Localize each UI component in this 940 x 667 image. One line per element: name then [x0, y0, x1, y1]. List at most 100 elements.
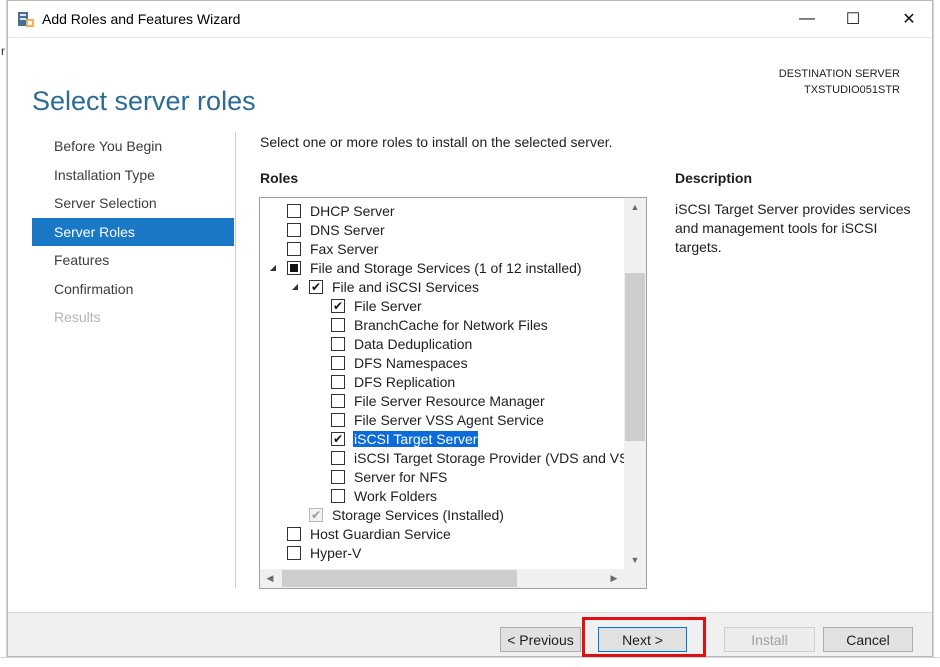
role-checkbox[interactable] — [331, 469, 345, 484]
role-label[interactable]: File Server — [353, 298, 423, 314]
role-label[interactable]: Work Folders — [353, 488, 438, 504]
role-label[interactable]: Server for NFS — [353, 469, 448, 485]
background-window-bottom — [0, 657, 940, 667]
wizard-window: Add Roles and Features Wizard — ☐ ✕ Sele… — [7, 0, 933, 657]
role-checkbox[interactable] — [287, 526, 301, 541]
role-row[interactable]: Hyper-V — [260, 543, 624, 562]
role-label[interactable]: iSCSI Target Server — [353, 430, 479, 447]
destination-server-label: DESTINATION SERVER — [778, 68, 900, 80]
role-checkbox[interactable] — [331, 336, 345, 351]
role-label[interactable]: File Server Resource Manager — [353, 393, 546, 409]
role-row[interactable]: Data Deduplication — [260, 334, 624, 353]
role-checkbox[interactable] — [287, 222, 301, 237]
role-row[interactable]: ◢ File and Storage Services (1 of 12 inst… — [260, 258, 624, 277]
previous-button[interactable]: < Previous — [500, 627, 581, 652]
role-checkbox[interactable] — [287, 241, 301, 256]
role-label[interactable]: DNS Server — [309, 222, 386, 238]
expand-arrow-icon[interactable]: ◢ — [290, 282, 300, 292]
role-label[interactable]: File Server VSS Agent Service — [353, 412, 545, 428]
role-label[interactable]: Data Deduplication — [353, 336, 473, 352]
role-row[interactable]: File Server Resource Manager — [260, 391, 624, 410]
nav-item-server-selection[interactable]: Server Selection — [32, 189, 234, 218]
role-checkbox[interactable] — [287, 545, 301, 560]
role-row[interactable]: BranchCache for Network Files — [260, 315, 624, 334]
destination-server-name: TXSTUDIO051STR — [804, 84, 900, 96]
role-label[interactable]: Host Guardian Service — [309, 526, 452, 542]
role-row[interactable]: DFS Namespaces — [260, 353, 624, 372]
expand-arrow-icon[interactable]: ◢ — [268, 263, 278, 273]
role-checkbox[interactable] — [331, 393, 345, 408]
role-checkbox[interactable] — [331, 355, 345, 370]
role-row[interactable]: ✔ iSCSI Target Server — [260, 429, 624, 448]
scroll-left-icon[interactable]: ◀ — [260, 569, 280, 588]
wizard-step-nav: Before You Begin Installation Type Server … — [32, 132, 234, 332]
roles-heading: Roles — [260, 170, 299, 186]
horizontal-scroll-thumb[interactable] — [282, 570, 517, 587]
wizard-footer: < Previous Next > Install Cancel — [8, 612, 932, 656]
role-checkbox[interactable] — [331, 488, 345, 503]
role-label[interactable]: Hyper-V — [309, 545, 362, 561]
scroll-up-icon[interactable]: ▲ — [624, 198, 646, 216]
nav-item-results: Results — [54, 309, 101, 326]
title-bar[interactable]: Add Roles and Features Wizard — ☐ ✕ — [8, 1, 932, 37]
role-checkbox[interactable]: ✔ — [331, 431, 345, 446]
role-label[interactable]: File and Storage Services (1 of 12 insta… — [309, 260, 583, 276]
role-row[interactable]: Work Folders — [260, 486, 624, 505]
maximize-button[interactable]: ☐ — [830, 1, 876, 37]
scroll-right-icon[interactable]: ▶ — [604, 569, 624, 588]
description-heading: Description — [675, 170, 753, 186]
role-checkbox[interactable] — [331, 374, 345, 389]
role-row[interactable]: DFS Replication — [260, 372, 624, 391]
vertical-scroll-thumb[interactable] — [625, 273, 645, 441]
window-title: Add Roles and Features Wizard — [42, 11, 241, 27]
role-label[interactable]: DFS Namespaces — [353, 355, 469, 371]
nav-item-features[interactable]: Features — [32, 246, 234, 275]
vertical-scrollbar[interactable]: ▲ ▼ — [624, 198, 646, 569]
role-checkbox[interactable] — [331, 412, 345, 427]
role-checkbox[interactable] — [287, 260, 301, 275]
background-window-left — [0, 0, 7, 667]
close-button[interactable]: ✕ — [886, 1, 932, 37]
role-label[interactable]: DHCP Server — [309, 203, 396, 219]
nav-item-server-roles[interactable]: Server Roles — [32, 217, 234, 246]
role-checkbox: ✔ — [309, 507, 323, 522]
description-text: iSCSI Target Server provides services an… — [675, 201, 911, 255]
role-checkbox[interactable]: ✔ — [309, 279, 323, 294]
wizard-content: Select server roles DESTINATION SERVER T… — [8, 37, 932, 612]
role-checkbox[interactable]: ✔ — [331, 298, 345, 313]
next-button-highlight-annotation — [582, 617, 706, 657]
role-label[interactable]: File and iSCSI Services — [331, 279, 480, 295]
nav-divider — [235, 132, 236, 588]
page-title: Select server roles — [32, 86, 256, 117]
role-row[interactable]: Fax Server — [260, 239, 624, 258]
role-label[interactable]: iSCSI Target Storage Provider (VDS and V… — [353, 450, 624, 466]
role-label[interactable]: BranchCache for Network Files — [353, 317, 549, 333]
role-row[interactable]: iSCSI Target Storage Provider (VDS and V… — [260, 448, 624, 467]
role-row[interactable]: DNS Server — [260, 220, 624, 239]
minimize-button[interactable]: — — [784, 1, 830, 37]
role-checkbox[interactable] — [287, 203, 301, 218]
role-row[interactable]: File Server VSS Agent Service — [260, 410, 624, 429]
horizontal-scrollbar[interactable]: ◀ ▶ — [260, 569, 624, 588]
role-checkbox[interactable] — [331, 317, 345, 332]
scrollbar-corner — [624, 569, 646, 588]
role-row[interactable]: ✔ File Server — [260, 296, 624, 315]
role-row[interactable]: Host Guardian Service — [260, 524, 624, 543]
role-label[interactable]: Fax Server — [309, 241, 379, 257]
background-glyph: r — [1, 44, 5, 58]
roles-tree[interactable]: DHCP Server DNS Server Fax Server ◢ File and… — [259, 197, 647, 589]
role-label[interactable]: DFS Replication — [353, 374, 456, 390]
background-window-right — [933, 0, 940, 667]
role-row[interactable]: Server for NFS — [260, 467, 624, 486]
nav-item-installation-type[interactable]: Installation Type — [32, 161, 234, 190]
scroll-down-icon[interactable]: ▼ — [624, 551, 646, 569]
install-button[interactable]: Install — [724, 627, 815, 652]
role-label[interactable]: Storage Services (Installed) — [331, 507, 505, 523]
nav-item-before-you-begin[interactable]: Before You Begin — [32, 132, 234, 161]
role-row[interactable]: ◢ ✔ File and iSCSI Services — [260, 277, 624, 296]
role-row[interactable]: DHCP Server — [260, 201, 624, 220]
nav-item-confirmation[interactable]: Confirmation — [32, 275, 234, 304]
role-checkbox[interactable] — [331, 450, 345, 465]
cancel-button[interactable]: Cancel — [823, 627, 913, 652]
role-row[interactable]: ✔ Storage Services (Installed) — [260, 505, 624, 524]
